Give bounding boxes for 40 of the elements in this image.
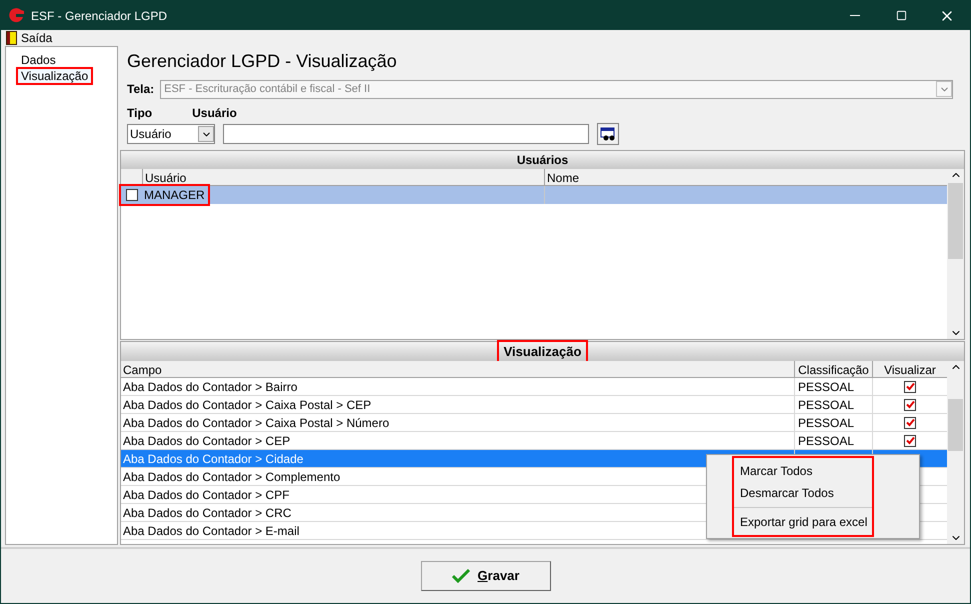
- table-cell-text: PESSOAL: [798, 432, 854, 450]
- checkbox[interactable]: [904, 398, 916, 410]
- table-cell-text: MANAGER: [144, 187, 205, 204]
- column-header[interactable]: Nome: [545, 169, 947, 185]
- usuario-input[interactable]: [223, 124, 589, 144]
- table-cell-text: PESSOAL: [798, 396, 854, 414]
- column-header[interactable]: Classificação: [795, 361, 873, 377]
- exit-door-icon: [6, 31, 17, 45]
- table-row[interactable]: MANAGER: [121, 186, 947, 204]
- field-label: Usuário: [192, 105, 237, 122]
- tree-item[interactable]: Visualização: [18, 69, 92, 83]
- window-title: ESF - Gerenciador LGPD: [31, 8, 168, 24]
- column-header[interactable]: Visualizar: [873, 361, 947, 377]
- section-header: Visualização: [498, 342, 586, 362]
- table-cell-text: PESSOAL: [798, 414, 854, 432]
- app-logo-icon: [7, 8, 25, 24]
- search-button[interactable]: [597, 123, 619, 145]
- column-header[interactable]: Usuário: [143, 169, 545, 185]
- page-heading: Gerenciador LGPD - Visualização: [126, 50, 398, 73]
- scrollbar[interactable]: [947, 361, 964, 544]
- checkbox[interactable]: [126, 189, 138, 201]
- table-row[interactable]: Aba Dados do Contador > CEP PESSOAL: [121, 432, 947, 450]
- field-label: Tela:: [127, 81, 154, 98]
- checkmark-icon: [452, 569, 470, 583]
- save-button[interactable]: Gravar: [420, 561, 550, 591]
- minimize-icon: [850, 15, 860, 16]
- table-row[interactable]: Aba Dados do Contador > Caixa Postal > CEP PESSOAL: [121, 396, 947, 414]
- section-header: Usuários: [121, 151, 964, 169]
- checkbox[interactable]: [904, 434, 916, 446]
- table-row[interactable]: Aba Dados do Contador > Caixa Postal > Número PESSOAL: [121, 414, 947, 432]
- tree-item[interactable]: Dados: [18, 53, 59, 67]
- checkbox[interactable]: [904, 380, 916, 392]
- maximize-icon: [896, 10, 906, 21]
- tipo-dropdown[interactable]: Usuário: [127, 124, 215, 144]
- column-header[interactable]: Campo: [121, 361, 795, 377]
- field-label: Tipo: [127, 105, 152, 122]
- table-row[interactable]: Aba Dados do Contador > Bairro PESSOAL: [121, 378, 947, 396]
- scrollbar[interactable]: [947, 169, 964, 339]
- checkbox[interactable]: [904, 416, 916, 428]
- table-cell-text: PESSOAL: [798, 378, 854, 396]
